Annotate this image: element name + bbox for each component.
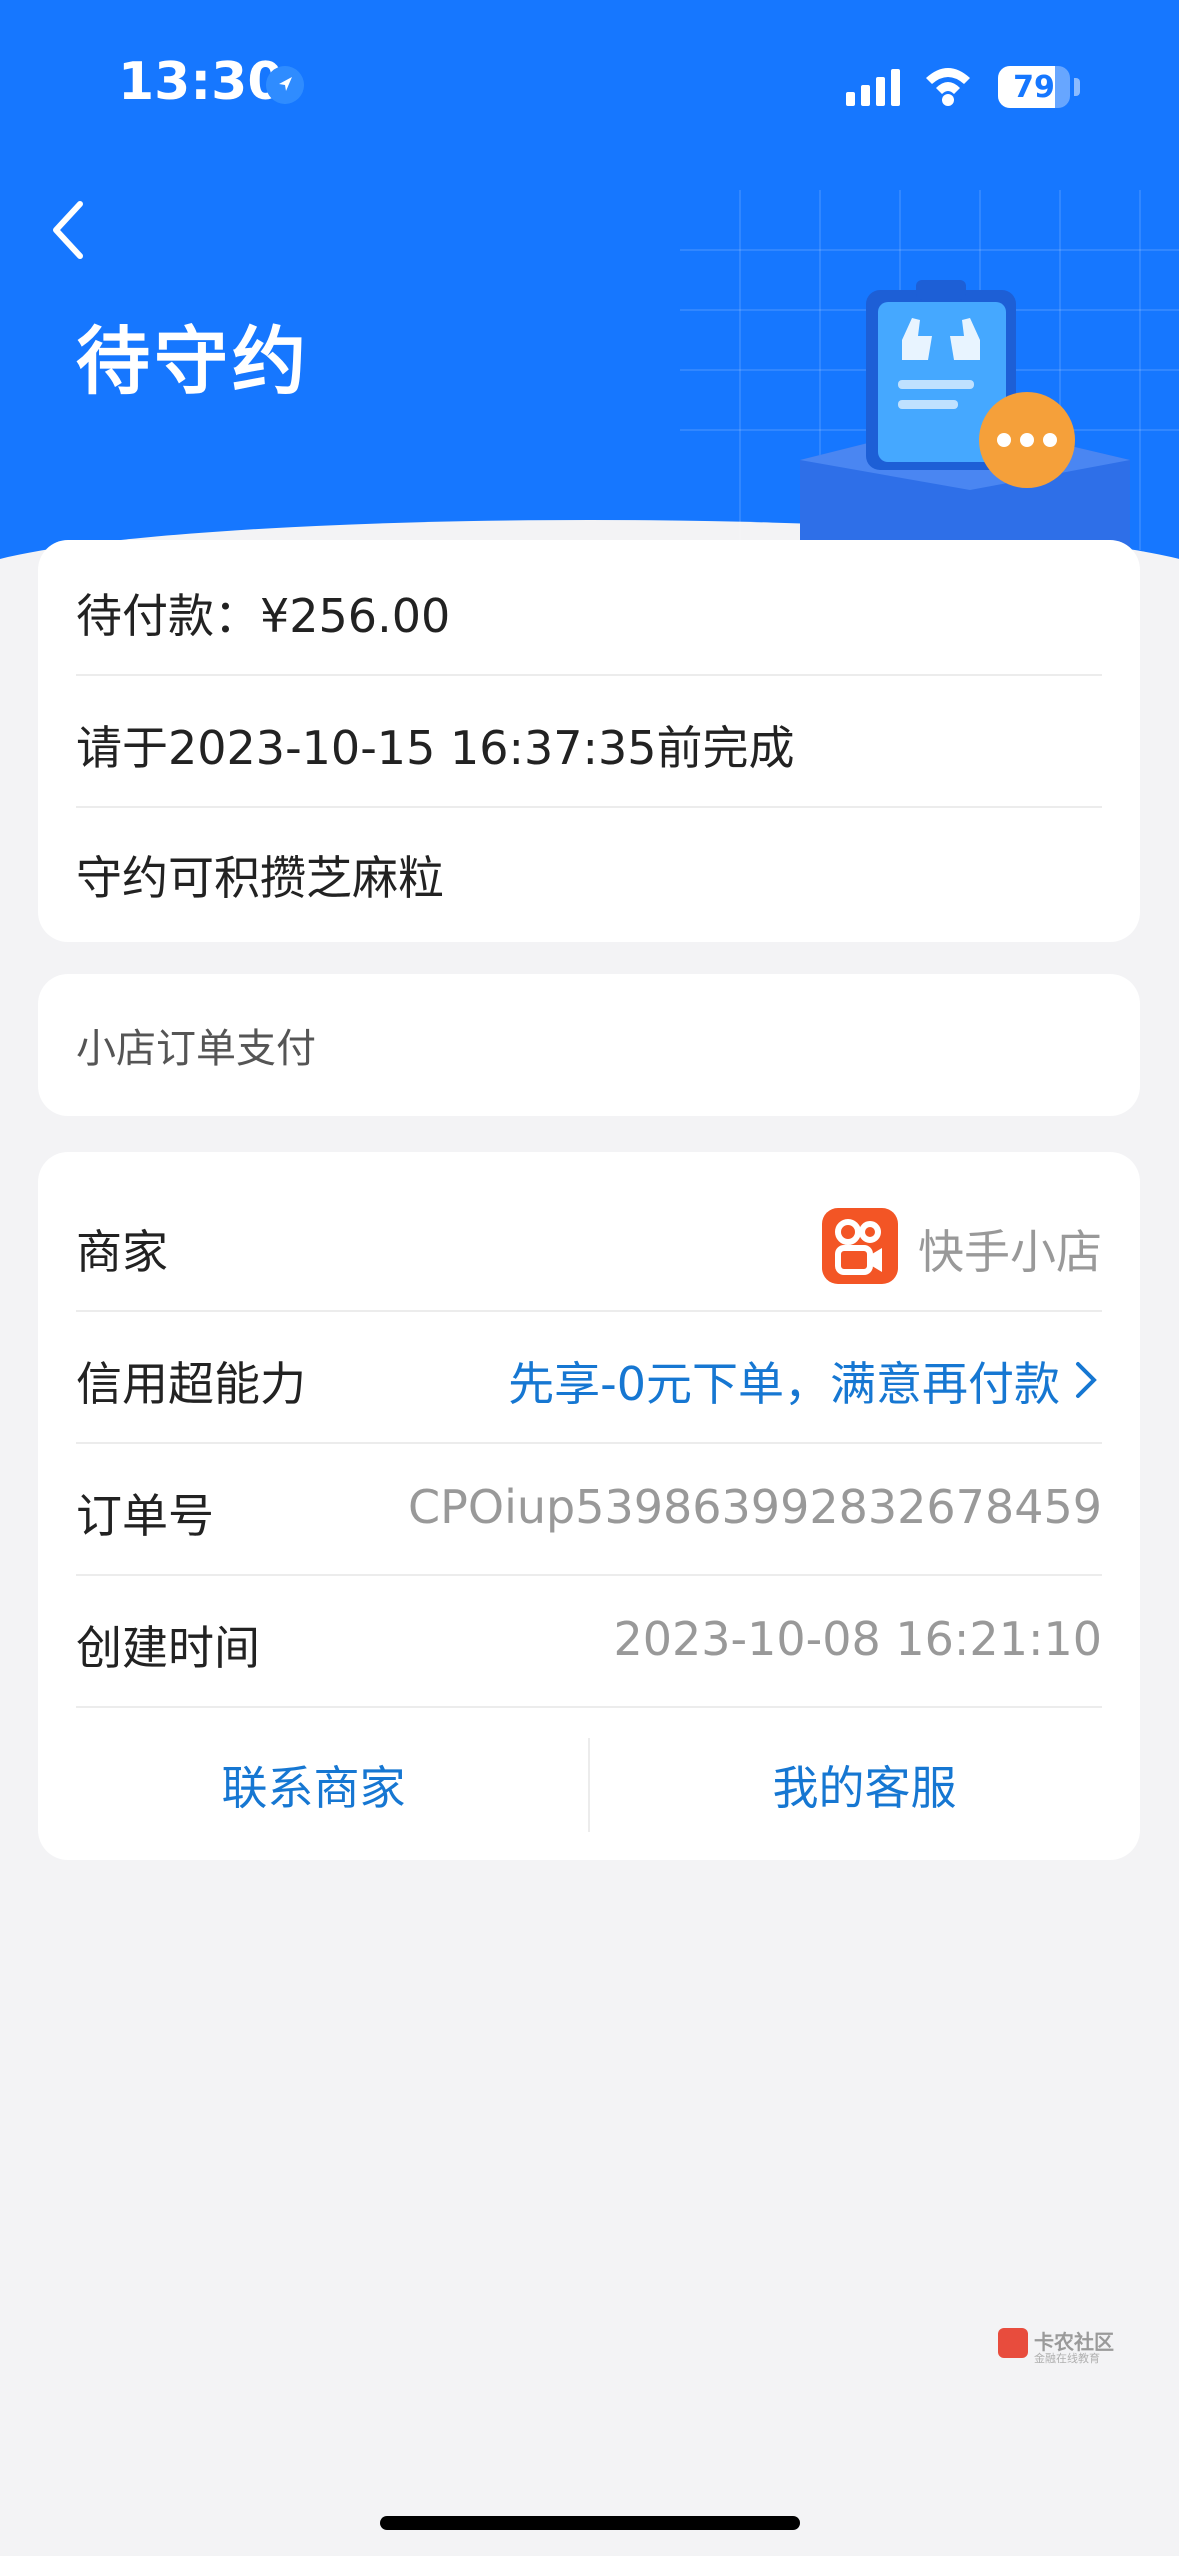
status-time: 13:30 xyxy=(118,52,284,112)
contact-merchant-button[interactable]: 联系商家 xyxy=(38,1708,589,1862)
divider xyxy=(76,674,1102,676)
deadline-text: 请于2023-10-15 16:37:35前完成 xyxy=(76,721,795,775)
watermark: 卡农社区 金融在线教育 xyxy=(998,2326,1158,2366)
order-type-text: 小店订单支付 xyxy=(76,1026,316,1072)
cellular-signal-icon xyxy=(846,69,900,106)
divider xyxy=(76,1574,1102,1576)
summary-card: 待付款：¥256.00 请于2023-10-15 16:37:35前完成 守约可… xyxy=(38,540,1140,942)
location-arrow-icon xyxy=(266,66,304,104)
credit-power-link[interactable]: 先享-0元下单，满意再付款 xyxy=(508,1348,1060,1414)
details-card: 商家 快手小店 信用超能力 先享-0元下单，满意再付款 订单号 CPOiup53… xyxy=(38,1152,1140,1860)
merchant-label: 商家 xyxy=(76,1225,168,1279)
divider xyxy=(76,1442,1102,1444)
benefit-text: 守约可积攒芝麻粒 xyxy=(76,851,444,905)
wifi-icon xyxy=(926,68,970,106)
order-number-label: 订单号 xyxy=(76,1489,214,1543)
watermark-logo-icon xyxy=(998,2328,1028,2358)
action-bar: 联系商家 我的客服 xyxy=(38,1708,1140,1860)
created-time-value: 2023-10-08 16:21:10 xyxy=(613,1612,1102,1666)
back-arrow-icon[interactable] xyxy=(40,190,100,270)
merchant-name: 快手小店 xyxy=(918,1225,1102,1279)
kuaishou-logo-icon xyxy=(822,1208,898,1284)
credit-power-label: 信用超能力 xyxy=(76,1357,306,1411)
chevron-right-icon[interactable] xyxy=(1070,1358,1100,1402)
clipboard-illustration xyxy=(680,190,1179,550)
battery-tip xyxy=(1074,78,1080,96)
order-number-value: CPOiup53986399283​2678459 xyxy=(408,1480,1102,1534)
page-title: 待守约 xyxy=(76,319,310,405)
watermark-subtext: 金融在线教育 xyxy=(1034,2352,1100,2365)
order-type-card: 小店订单支付 xyxy=(38,974,1140,1116)
divider xyxy=(76,1310,1102,1312)
created-time-label: 创建时间 xyxy=(76,1621,260,1675)
home-indicator xyxy=(380,2516,800,2530)
customer-service-button[interactable]: 我的客服 xyxy=(589,1708,1140,1862)
battery-level-text: 79 xyxy=(1013,70,1055,105)
amount-due-text: 待付款：¥256.00 xyxy=(76,589,451,643)
battery-icon: 79 xyxy=(998,66,1070,108)
divider xyxy=(76,806,1102,808)
